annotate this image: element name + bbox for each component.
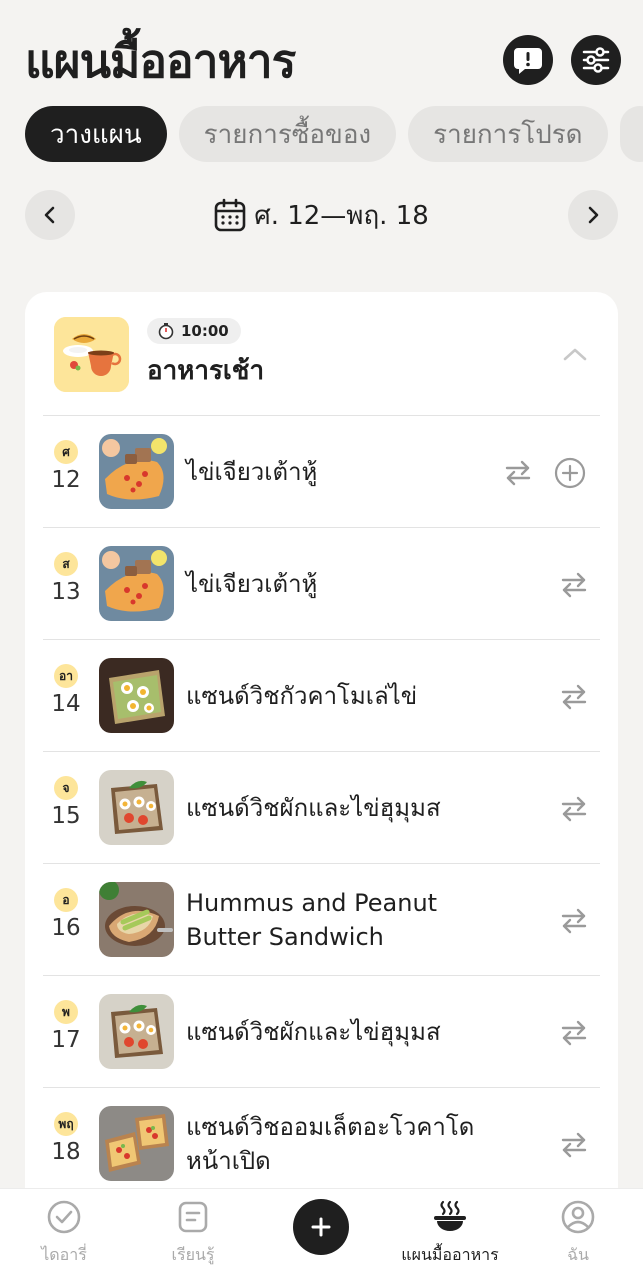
- filter-button[interactable]: [571, 35, 621, 85]
- food-name: ไข่เจียวเต้าหู้: [186, 570, 318, 598]
- swap-icon[interactable]: [559, 682, 589, 712]
- food-name: แซนด์วิชผักและไข่ฮุมุมส: [186, 794, 441, 822]
- nav-label: เรียนรู้: [171, 1245, 215, 1264]
- weekday-badge: อ: [54, 888, 78, 912]
- tab-bar: วางแผน รายการซื้อของ รายการโปรด: [25, 106, 643, 162]
- nav-label: แผนมื้ออาหาร: [401, 1245, 499, 1264]
- veggie-egg-toast-image: [99, 994, 174, 1069]
- day-number: 13: [51, 579, 81, 605]
- filter-sliders-icon: [582, 47, 610, 73]
- chevron-up-icon[interactable]: [560, 342, 590, 366]
- date-navigator: ศ. 12—พฤ. 18: [25, 190, 618, 240]
- swap-icon[interactable]: [559, 570, 589, 600]
- day-number: 18: [51, 1139, 81, 1165]
- stopwatch-icon: [158, 323, 174, 340]
- day-label: ส 13: [43, 552, 89, 605]
- day-label: พ 17: [43, 1000, 89, 1053]
- food-name: แซนด์วิชออมเล็ตอะโวคาโดหน้าเปิด: [186, 1113, 475, 1175]
- meal-plan-row[interactable]: อ 16 Hummus and Peanut Butter Sandwich: [43, 863, 600, 975]
- chevron-right-icon: [588, 206, 599, 224]
- weekday-badge: ส: [54, 552, 78, 576]
- plus-icon: [311, 1217, 331, 1237]
- weekday-badge: ศ: [54, 440, 78, 464]
- bottom-nav: ไดอารี่ เรียนรู้ แผนมื้ออาหาร ฉัน: [0, 1188, 643, 1280]
- date-range-text: ศ. 12—พฤ. 18: [254, 200, 429, 231]
- note-icon: [178, 1201, 208, 1233]
- breakfast-icon: [54, 317, 129, 392]
- alert-button[interactable]: [503, 35, 553, 85]
- weekday-badge: พ: [54, 1000, 78, 1024]
- food-name: ไข่เจียวเต้าหู้: [186, 458, 318, 486]
- weekday-badge: อา: [54, 664, 78, 688]
- food-name: Hummus and Peanut Butter Sandwich: [186, 889, 438, 951]
- alert-icon: [514, 48, 542, 74]
- nav-diary[interactable]: ไดอารี่: [18, 1189, 110, 1280]
- meal-header[interactable]: 10:00 อาหารเช้า: [25, 292, 618, 416]
- swap-icon[interactable]: [559, 1018, 589, 1048]
- guacamole-egg-toast-image: [99, 658, 174, 733]
- meal-plan-row[interactable]: จ 15 แซนด์วิชผักและไข่ฮุมุมส: [43, 751, 600, 863]
- tofu-omelette-image: [99, 546, 174, 621]
- meal-plan-row[interactable]: อา 14 แซนด์วิชกัวคาโมเล่ไข่: [43, 639, 600, 751]
- meal-name: อาหารเช้า: [147, 356, 265, 386]
- day-label: อ 16: [43, 888, 89, 941]
- day-label: พฤ 18: [43, 1112, 89, 1165]
- food-name: แซนด์วิชกัวคาโมเล่ไข่: [186, 682, 418, 710]
- tab-shopping-list[interactable]: รายการซื้อของ: [178, 106, 397, 162]
- day-number: 12: [51, 467, 81, 493]
- meal-time-badge: 10:00: [147, 318, 241, 344]
- day-label: อา 14: [43, 664, 89, 717]
- profile-icon: [561, 1200, 595, 1234]
- swap-icon[interactable]: [559, 794, 589, 824]
- calendar-icon: [214, 198, 246, 232]
- tab-plan[interactable]: วางแผน: [25, 106, 167, 162]
- header: แผนมื้ออาหาร: [0, 0, 643, 100]
- meal-time: 10:00: [181, 322, 229, 340]
- weekday-badge: พฤ: [54, 1112, 78, 1136]
- day-label: ศ 12: [43, 440, 89, 493]
- nav-profile[interactable]: ฉัน: [532, 1189, 624, 1280]
- meal-plan-row[interactable]: ส 13 ไข่เจียวเต้าหู้: [43, 527, 600, 639]
- day-number: 14: [51, 691, 81, 717]
- meal-card: 10:00 อาหารเช้า ศ 12 ไข่เจียวเต้าหู้ ส 1…: [25, 292, 618, 1212]
- food-name: แซนด์วิชผักและไข่ฮุมุมส: [186, 1018, 441, 1046]
- hummus-avocado-toast-image: [99, 882, 174, 957]
- day-number: 17: [51, 1027, 81, 1053]
- meal-plan-row[interactable]: พ 17 แซนด์วิชผักและไข่ฮุมุมส: [43, 975, 600, 1087]
- weekday-badge: จ: [54, 776, 78, 800]
- nav-label: ไดอารี่: [41, 1245, 87, 1264]
- nav-meal-plan[interactable]: แผนมื้ออาหาร: [390, 1189, 510, 1280]
- swap-icon[interactable]: [503, 458, 533, 488]
- day-label: จ 15: [43, 776, 89, 829]
- check-circle-icon: [47, 1200, 81, 1234]
- page-title: แผนมื้ออาหาร: [25, 34, 296, 88]
- tofu-omelette-image: [99, 434, 174, 509]
- avocado-omelette-toast-image: [99, 1106, 174, 1181]
- nav-label: ฉัน: [567, 1245, 589, 1264]
- add-button[interactable]: [293, 1199, 349, 1255]
- hot-bowl-icon: [434, 1200, 466, 1231]
- next-week-button[interactable]: [568, 190, 618, 240]
- tab-favorites[interactable]: รายการโปรด: [408, 106, 608, 162]
- day-number: 16: [51, 915, 81, 941]
- nav-learn[interactable]: เรียนรู้: [147, 1189, 239, 1280]
- date-range-display[interactable]: ศ. 12—พฤ. 18: [25, 190, 618, 240]
- add-circle-icon[interactable]: [553, 456, 587, 490]
- swap-icon[interactable]: [559, 906, 589, 936]
- veggie-egg-toast-image: [99, 770, 174, 845]
- swap-icon[interactable]: [559, 1130, 589, 1160]
- day-number: 15: [51, 803, 81, 829]
- meal-plan-row[interactable]: ศ 12 ไข่เจียวเต้าหู้: [43, 415, 600, 527]
- meal-plan-row[interactable]: พฤ 18 แซนด์วิชออมเล็ตอะโวคาโดหน้าเปิด: [43, 1087, 600, 1199]
- tab-more[interactable]: [619, 106, 643, 162]
